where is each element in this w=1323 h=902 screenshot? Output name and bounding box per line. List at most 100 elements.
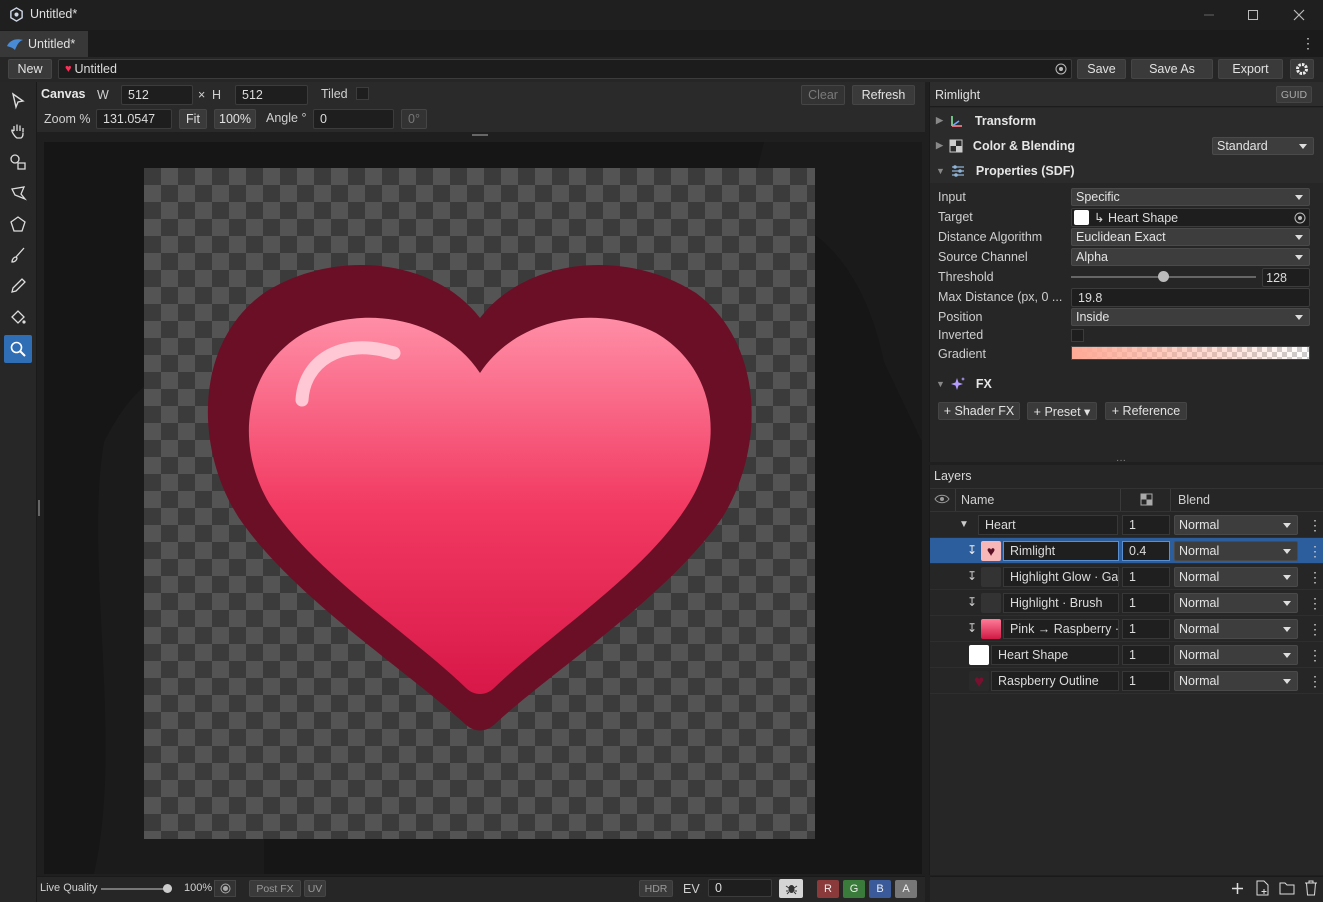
fit-button[interactable]: Fit	[179, 109, 207, 129]
zoom-magnifier-icon[interactable]	[4, 335, 32, 363]
debug-bug-icon[interactable]	[779, 879, 803, 898]
height-input[interactable]: 512	[235, 85, 308, 105]
new-folder-icon[interactable]	[1279, 881, 1295, 895]
refresh-button[interactable]: Refresh	[852, 85, 915, 105]
polygon-icon[interactable]	[4, 210, 32, 238]
zoom-input[interactable]: 131.0547	[96, 109, 172, 129]
target-pick-icon[interactable]	[1294, 212, 1306, 224]
layer-blend-dropdown[interactable]: Normal	[1174, 645, 1298, 665]
maximize-icon[interactable]	[1230, 0, 1276, 30]
brush-icon[interactable]	[4, 241, 32, 269]
save-as-button[interactable]: Save As	[1131, 59, 1213, 79]
input-dropdown[interactable]: Specific	[1071, 188, 1310, 206]
zoom-100-button[interactable]: 100%	[214, 109, 256, 129]
minimize-icon[interactable]	[1186, 0, 1232, 30]
fill-bucket-icon[interactable]	[4, 303, 32, 331]
quality-slider-knob[interactable]	[162, 884, 172, 893]
distance-algorithm-dropdown[interactable]: Euclidean Exact	[1071, 228, 1310, 246]
layer-menu-icon[interactable]: ⋮	[1308, 569, 1322, 586]
layer-name[interactable]: Heart Shape	[991, 645, 1119, 665]
layer-name[interactable]: Highlight Glow · Ga	[1003, 567, 1119, 587]
uv-button[interactable]: UV	[304, 880, 326, 897]
angle-reset-button[interactable]: 0°	[401, 109, 427, 129]
layer-menu-icon[interactable]: ⋮	[1308, 517, 1322, 534]
angle-input[interactable]: 0	[313, 109, 394, 129]
group-expand-chevron-icon[interactable]: ▼	[959, 519, 969, 530]
blend-mode-dropdown[interactable]: Standard	[1212, 137, 1314, 155]
position-dropdown[interactable]: Inside	[1071, 308, 1310, 326]
new-file-layer-icon[interactable]	[1255, 880, 1270, 896]
section-transform[interactable]: ▶ Transform	[930, 108, 1323, 133]
add-layer-icon[interactable]	[1230, 881, 1245, 896]
section-fx[interactable]: ▼ FX	[930, 371, 1323, 396]
ev-input[interactable]: 0	[708, 879, 772, 897]
layer-name[interactable]: Raspberry Outline	[991, 671, 1119, 691]
layer-name[interactable]: Pink → Raspberry ·	[1003, 619, 1119, 639]
layer-opacity[interactable]: 0.4	[1122, 541, 1170, 561]
hdr-button[interactable]: HDR	[639, 880, 673, 897]
tab-untitled[interactable]: Untitled*	[0, 31, 88, 57]
record-toggle-icon[interactable]	[214, 880, 236, 897]
gradient-label: Gradient	[938, 347, 986, 361]
threshold-input[interactable]: 128	[1262, 268, 1310, 287]
layer-blend-dropdown[interactable]: Normal	[1174, 619, 1298, 639]
width-input[interactable]: 512	[121, 85, 193, 105]
layer-opacity[interactable]: 1	[1122, 567, 1170, 587]
layer-opacity[interactable]: 1	[1122, 671, 1170, 691]
more-menu-icon[interactable]: ⋮	[1301, 36, 1315, 50]
threshold-slider-knob[interactable]	[1158, 271, 1169, 282]
layer-blend-dropdown[interactable]: Normal	[1174, 671, 1298, 691]
guid-button[interactable]: GUID	[1276, 86, 1312, 103]
inverted-checkbox[interactable]	[1071, 329, 1084, 342]
channel-g-toggle[interactable]: G	[843, 880, 865, 898]
add-preset-button[interactable]: + Preset ▾	[1027, 402, 1097, 420]
layer-name[interactable]: Highlight · Brush	[1003, 593, 1119, 613]
visibility-eye-icon[interactable]	[934, 493, 950, 505]
layer-menu-icon[interactable]: ⋮	[1308, 595, 1322, 612]
layer-opacity[interactable]: 1	[1122, 645, 1170, 665]
channel-b-toggle[interactable]: B	[869, 880, 891, 898]
layer-menu-icon[interactable]: ⋮	[1308, 621, 1322, 638]
layer-opacity[interactable]: 1	[1122, 593, 1170, 613]
channel-a-toggle[interactable]: A	[895, 880, 917, 898]
layer-blend-dropdown[interactable]: Normal	[1174, 515, 1298, 535]
layer-menu-icon[interactable]: ⋮	[1308, 647, 1322, 664]
new-button[interactable]: New	[8, 59, 52, 79]
channel-r-toggle[interactable]: R	[817, 880, 839, 898]
panel-resize-handle[interactable]	[38, 500, 40, 516]
gradient-swatch[interactable]	[1071, 346, 1310, 360]
export-button[interactable]: Export	[1218, 59, 1283, 79]
max-distance-input[interactable]: 19.8	[1071, 288, 1310, 307]
shapes-icon[interactable]	[4, 148, 32, 176]
target-field[interactable]: ↳ Heart Shape	[1071, 208, 1310, 227]
source-channel-dropdown[interactable]: Alpha	[1071, 248, 1310, 266]
layer-menu-icon[interactable]: ⋮	[1308, 543, 1322, 560]
canvas-bar-collapse-handle[interactable]	[472, 134, 488, 136]
layer-blend-dropdown[interactable]: Normal	[1174, 567, 1298, 587]
settings-gear-icon[interactable]	[1290, 59, 1314, 79]
layer-name[interactable]: Heart	[978, 515, 1118, 535]
layer-blend-dropdown[interactable]: Normal	[1174, 541, 1298, 561]
pencil-icon[interactable]	[4, 272, 32, 300]
add-reference-button[interactable]: + Reference	[1105, 402, 1187, 420]
layer-menu-icon[interactable]: ⋮	[1308, 673, 1322, 690]
close-icon[interactable]	[1276, 0, 1322, 30]
section-properties-sdf[interactable]: ▼ Properties (SDF)	[930, 158, 1323, 183]
quality-slider-track[interactable]	[101, 888, 167, 890]
layer-opacity[interactable]: 1	[1122, 619, 1170, 639]
tiled-checkbox[interactable]	[356, 87, 369, 100]
select-arrow-icon[interactable]	[4, 87, 32, 115]
lasso-icon[interactable]	[4, 179, 32, 207]
delete-trash-icon[interactable]	[1304, 880, 1318, 896]
target-icon[interactable]	[1055, 63, 1067, 75]
target-value: ↳ Heart Shape	[1094, 211, 1179, 225]
post-fx-button[interactable]: Post FX	[249, 880, 301, 897]
clear-button[interactable]: Clear	[801, 85, 845, 105]
layer-blend-dropdown[interactable]: Normal	[1174, 593, 1298, 613]
add-shader-fx-button[interactable]: + Shader FX	[938, 402, 1020, 420]
layer-opacity[interactable]: 1	[1122, 515, 1170, 535]
layer-name[interactable]: Rimlight	[1003, 541, 1119, 561]
save-button[interactable]: Save	[1077, 59, 1126, 79]
hand-pan-icon[interactable]	[4, 117, 32, 145]
document-name-field[interactable]: ♥ Untitled	[58, 59, 1072, 79]
